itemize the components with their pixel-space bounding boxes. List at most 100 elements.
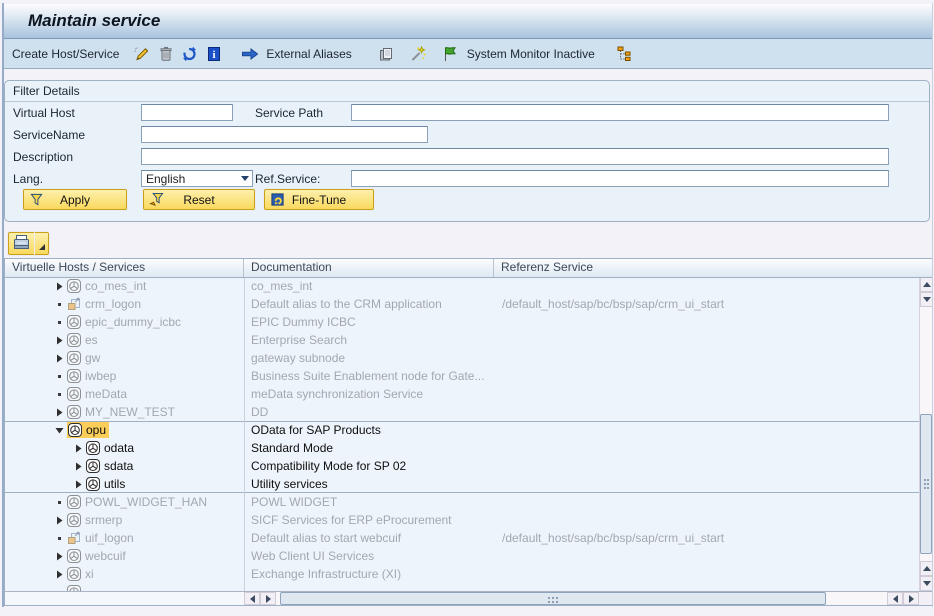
horizontal-scrollbar-thumb[interactable] — [280, 592, 826, 605]
scroll-left-button[interactable] — [244, 592, 260, 605]
tree-node[interactable]: es — [67, 332, 98, 348]
tree-row[interactable]: esEnterprise Search — [5, 331, 919, 349]
expand-arrow-icon[interactable] — [73, 462, 83, 471]
tree-cell: MY_NEW_TEST — [5, 403, 244, 421]
tree-node[interactable]: gw — [67, 350, 100, 366]
tree-cell: meData — [5, 385, 244, 403]
service-path-input[interactable] — [351, 104, 889, 121]
documentation-cell — [245, 583, 493, 591]
tree-row[interactable]: crm_logonDefault alias to the CRM applic… — [5, 295, 919, 313]
tree-row[interactable]: opuOData for SAP Products — [5, 421, 919, 439]
tree-node[interactable]: utils — [86, 476, 125, 492]
expand-arrow-icon[interactable] — [73, 480, 83, 489]
sap-window: Maintain service Create Host/Service i E… — [0, 0, 934, 616]
virtual-host-input[interactable] — [141, 104, 233, 121]
expand-arrow-icon[interactable] — [54, 552, 64, 561]
service-name-input[interactable] — [141, 126, 428, 143]
tree-node[interactable]: MY_NEW_TEST — [67, 404, 175, 420]
reset-button[interactable]: Reset — [143, 189, 255, 210]
tree-node[interactable]: co_mes_int — [67, 278, 146, 294]
selected-tree-node[interactable]: opu — [67, 422, 109, 438]
scroll-right-end-button[interactable] — [903, 592, 919, 605]
create-host-service-button[interactable]: Create Host/Service — [12, 47, 119, 61]
service-name-label: ServiceName — [13, 126, 85, 144]
external-aliases-label: External Aliases — [266, 47, 351, 61]
tree-node[interactable]: meData — [67, 386, 127, 402]
expand-arrow-icon[interactable] — [54, 282, 64, 291]
scroll-page-up-button[interactable] — [920, 561, 933, 576]
tree-node[interactable] — [67, 584, 85, 591]
tree-row[interactable]: uif_logonDefault alias to start webcuif/… — [5, 529, 919, 547]
info-icon[interactable]: i — [203, 45, 224, 63]
tree-node[interactable]: epic_dummy_icbc — [67, 314, 181, 330]
tree-row[interactable]: POWL_WIDGET_HANPOWL WIDGET — [5, 493, 919, 511]
horizontal-scrollbar[interactable] — [244, 592, 919, 605]
tree-row[interactable]: iwbepBusiness Suite Enablement node for … — [5, 367, 919, 385]
vertical-scrollbar-thumb[interactable] — [920, 414, 932, 554]
leaf-dot-icon — [54, 375, 64, 378]
tree-row[interactable]: webcuifWeb Client UI Services — [5, 547, 919, 565]
tree-row[interactable]: odataStandard Mode — [5, 439, 919, 457]
scroll-left-end-button[interactable] — [887, 592, 903, 605]
tree-node[interactable]: POWL_WIDGET_HAN — [67, 494, 207, 510]
language-select[interactable]: English — [141, 170, 253, 187]
tree-row[interactable]: sdataCompatibility Mode for SP 02 — [5, 457, 919, 475]
tree-row[interactable]: epic_dummy_icbcEPIC Dummy ICBC — [5, 313, 919, 331]
edit-pencil-icon[interactable] — [131, 45, 152, 63]
tree-row[interactable]: xiExchange Infrastructure (XI) — [5, 565, 919, 583]
tree-row[interactable]: MY_NEW_TESTDD — [5, 403, 919, 421]
expand-arrow-icon[interactable] — [54, 408, 64, 417]
tree-row[interactable]: srmerpSICF Services for ERP eProcurement — [5, 511, 919, 529]
tree-node[interactable]: webcuif — [67, 548, 126, 564]
tree-row[interactable]: gw gateway subnode — [5, 349, 919, 367]
delete-trash-icon[interactable] — [155, 45, 176, 63]
documentation-cell: Default alias to start webcuif — [245, 529, 493, 547]
scroll-right-button[interactable] — [260, 592, 276, 605]
tree-node[interactable]: srmerp — [67, 512, 122, 528]
tree-node[interactable]: uif_logon — [67, 530, 134, 546]
expand-arrow-icon[interactable] — [54, 336, 64, 345]
triangle-left-icon — [250, 595, 255, 603]
ref-service-input[interactable] — [351, 170, 889, 187]
apply-button[interactable]: Apply — [23, 189, 127, 210]
copy-icon[interactable] — [376, 45, 397, 63]
expand-arrow-icon[interactable] — [54, 354, 64, 363]
scroll-up-button[interactable] — [920, 277, 933, 292]
system-monitor-button[interactable]: System Monitor Inactive — [440, 45, 595, 63]
print-button[interactable] — [8, 232, 35, 255]
vertical-scrollbar[interactable] — [919, 277, 932, 591]
scrollbar-corner — [919, 591, 932, 605]
expand-arrow-icon[interactable] — [73, 444, 83, 453]
print-options-button[interactable] — [35, 232, 49, 255]
tree-row[interactable]: co_mes_intco_mes_int — [5, 277, 919, 295]
collapse-arrow-icon[interactable] — [54, 427, 64, 434]
documentation-cell: gateway subnode — [245, 349, 493, 367]
fine-tune-button[interactable]: Fine-Tune — [264, 189, 374, 210]
wizard-wand-icon[interactable] — [408, 45, 429, 63]
reset-label: Reset — [150, 193, 248, 207]
column-header-referenz-service[interactable]: Referenz Service — [494, 259, 932, 277]
description-input[interactable] — [141, 148, 889, 165]
expand-arrow-icon[interactable] — [54, 570, 64, 579]
refresh-icon[interactable] — [179, 45, 200, 63]
tree-node[interactable]: odata — [86, 440, 134, 456]
node-label: srmerp — [85, 513, 122, 527]
referenz-service-cell — [494, 475, 919, 493]
tree-node[interactable]: sdata — [86, 458, 133, 474]
expand-arrow-icon[interactable] — [54, 516, 64, 525]
tree-node[interactable]: xi — [67, 566, 94, 582]
system-monitor-label: System Monitor Inactive — [467, 47, 595, 61]
external-aliases-button[interactable]: External Aliases — [239, 45, 351, 63]
scroll-down-button[interactable] — [920, 292, 933, 307]
column-header-hosts-services[interactable]: Virtuelle Hosts / Services — [5, 259, 244, 277]
column-header-documentation[interactable]: Documentation — [244, 259, 494, 277]
tree-row[interactable]: utilsUtility services — [5, 475, 919, 493]
tree-node[interactable]: crm_logon — [67, 296, 141, 312]
tree-node[interactable]: iwbep — [67, 368, 116, 384]
scroll-page-down-button[interactable] — [920, 576, 933, 591]
referenz-service-cell — [494, 457, 919, 475]
tree-row[interactable] — [5, 583, 919, 591]
tree-row[interactable]: meDatameData synchronization Service — [5, 385, 919, 403]
hierarchy-icon[interactable] — [615, 45, 636, 63]
referenz-service-cell — [494, 367, 919, 385]
